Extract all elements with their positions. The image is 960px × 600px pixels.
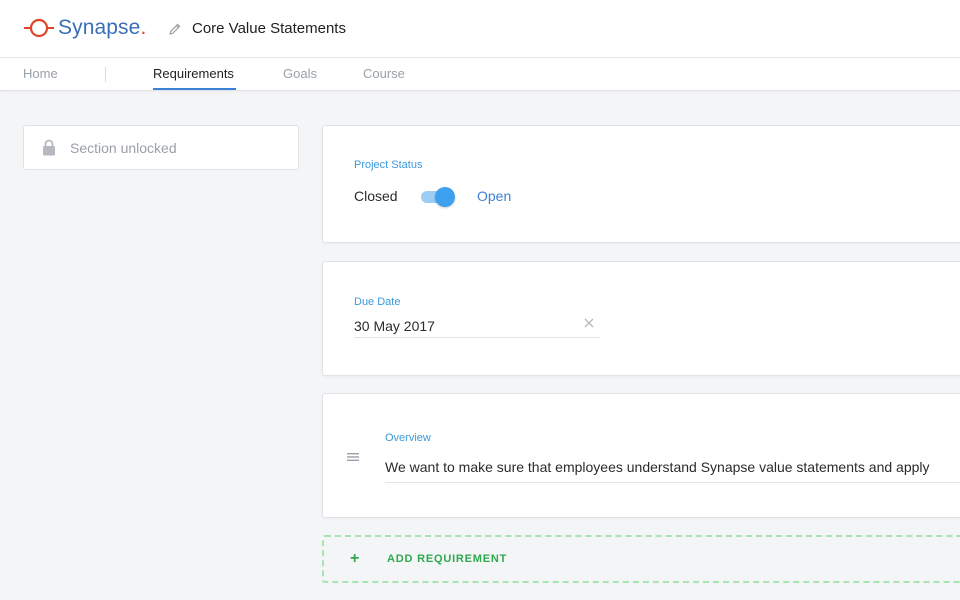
plus-icon: + [350,550,360,567]
add-requirement-button[interactable]: + ADD REQUIREMENT [322,535,960,583]
active-tab-indicator [153,88,236,90]
page-title-wrap: Core Value Statements [168,20,346,37]
overview-card: Overview We want to make sure that emplo… [322,393,960,518]
clear-icon[interactable] [582,316,596,330]
tab-bar: Home Requirements Goals Course [0,58,960,91]
synapse-logo[interactable]: Synapse. [24,15,146,41]
logo-text: Synapse [58,16,141,39]
logo-dot: . [140,16,147,39]
pencil-icon[interactable] [168,22,182,36]
page-title: Core Value Statements [192,20,346,37]
app-header: Synapse. Core Value Statements [0,0,960,58]
tab-goals[interactable]: Goals [283,66,317,81]
drag-handle-icon[interactable] [347,452,359,462]
tab-home[interactable]: Home [23,66,58,81]
project-status-label: Project Status [354,159,423,171]
due-date-field[interactable] [354,315,600,338]
overview-field[interactable]: We want to make sure that employees unde… [385,456,960,483]
status-open-label[interactable]: Open [477,188,511,204]
lock-icon [43,139,55,156]
status-closed-label[interactable]: Closed [354,188,398,204]
overview-label: Overview [385,432,431,444]
tab-divider [105,67,106,82]
toggle-knob [435,187,455,207]
project-status-card: Project Status Closed Open [322,125,960,243]
due-date-card: Due Date [322,261,960,376]
section-lock-card[interactable]: Section unlocked [23,125,299,170]
project-status-toggle[interactable] [421,187,455,207]
section-status-label: Section unlocked [70,139,177,156]
tab-course[interactable]: Course [363,66,405,81]
tab-requirements[interactable]: Requirements [153,66,234,81]
due-date-label: Due Date [354,296,401,308]
add-requirement-label: ADD REQUIREMENT [387,553,508,565]
synapse-logo-icon [24,18,54,38]
